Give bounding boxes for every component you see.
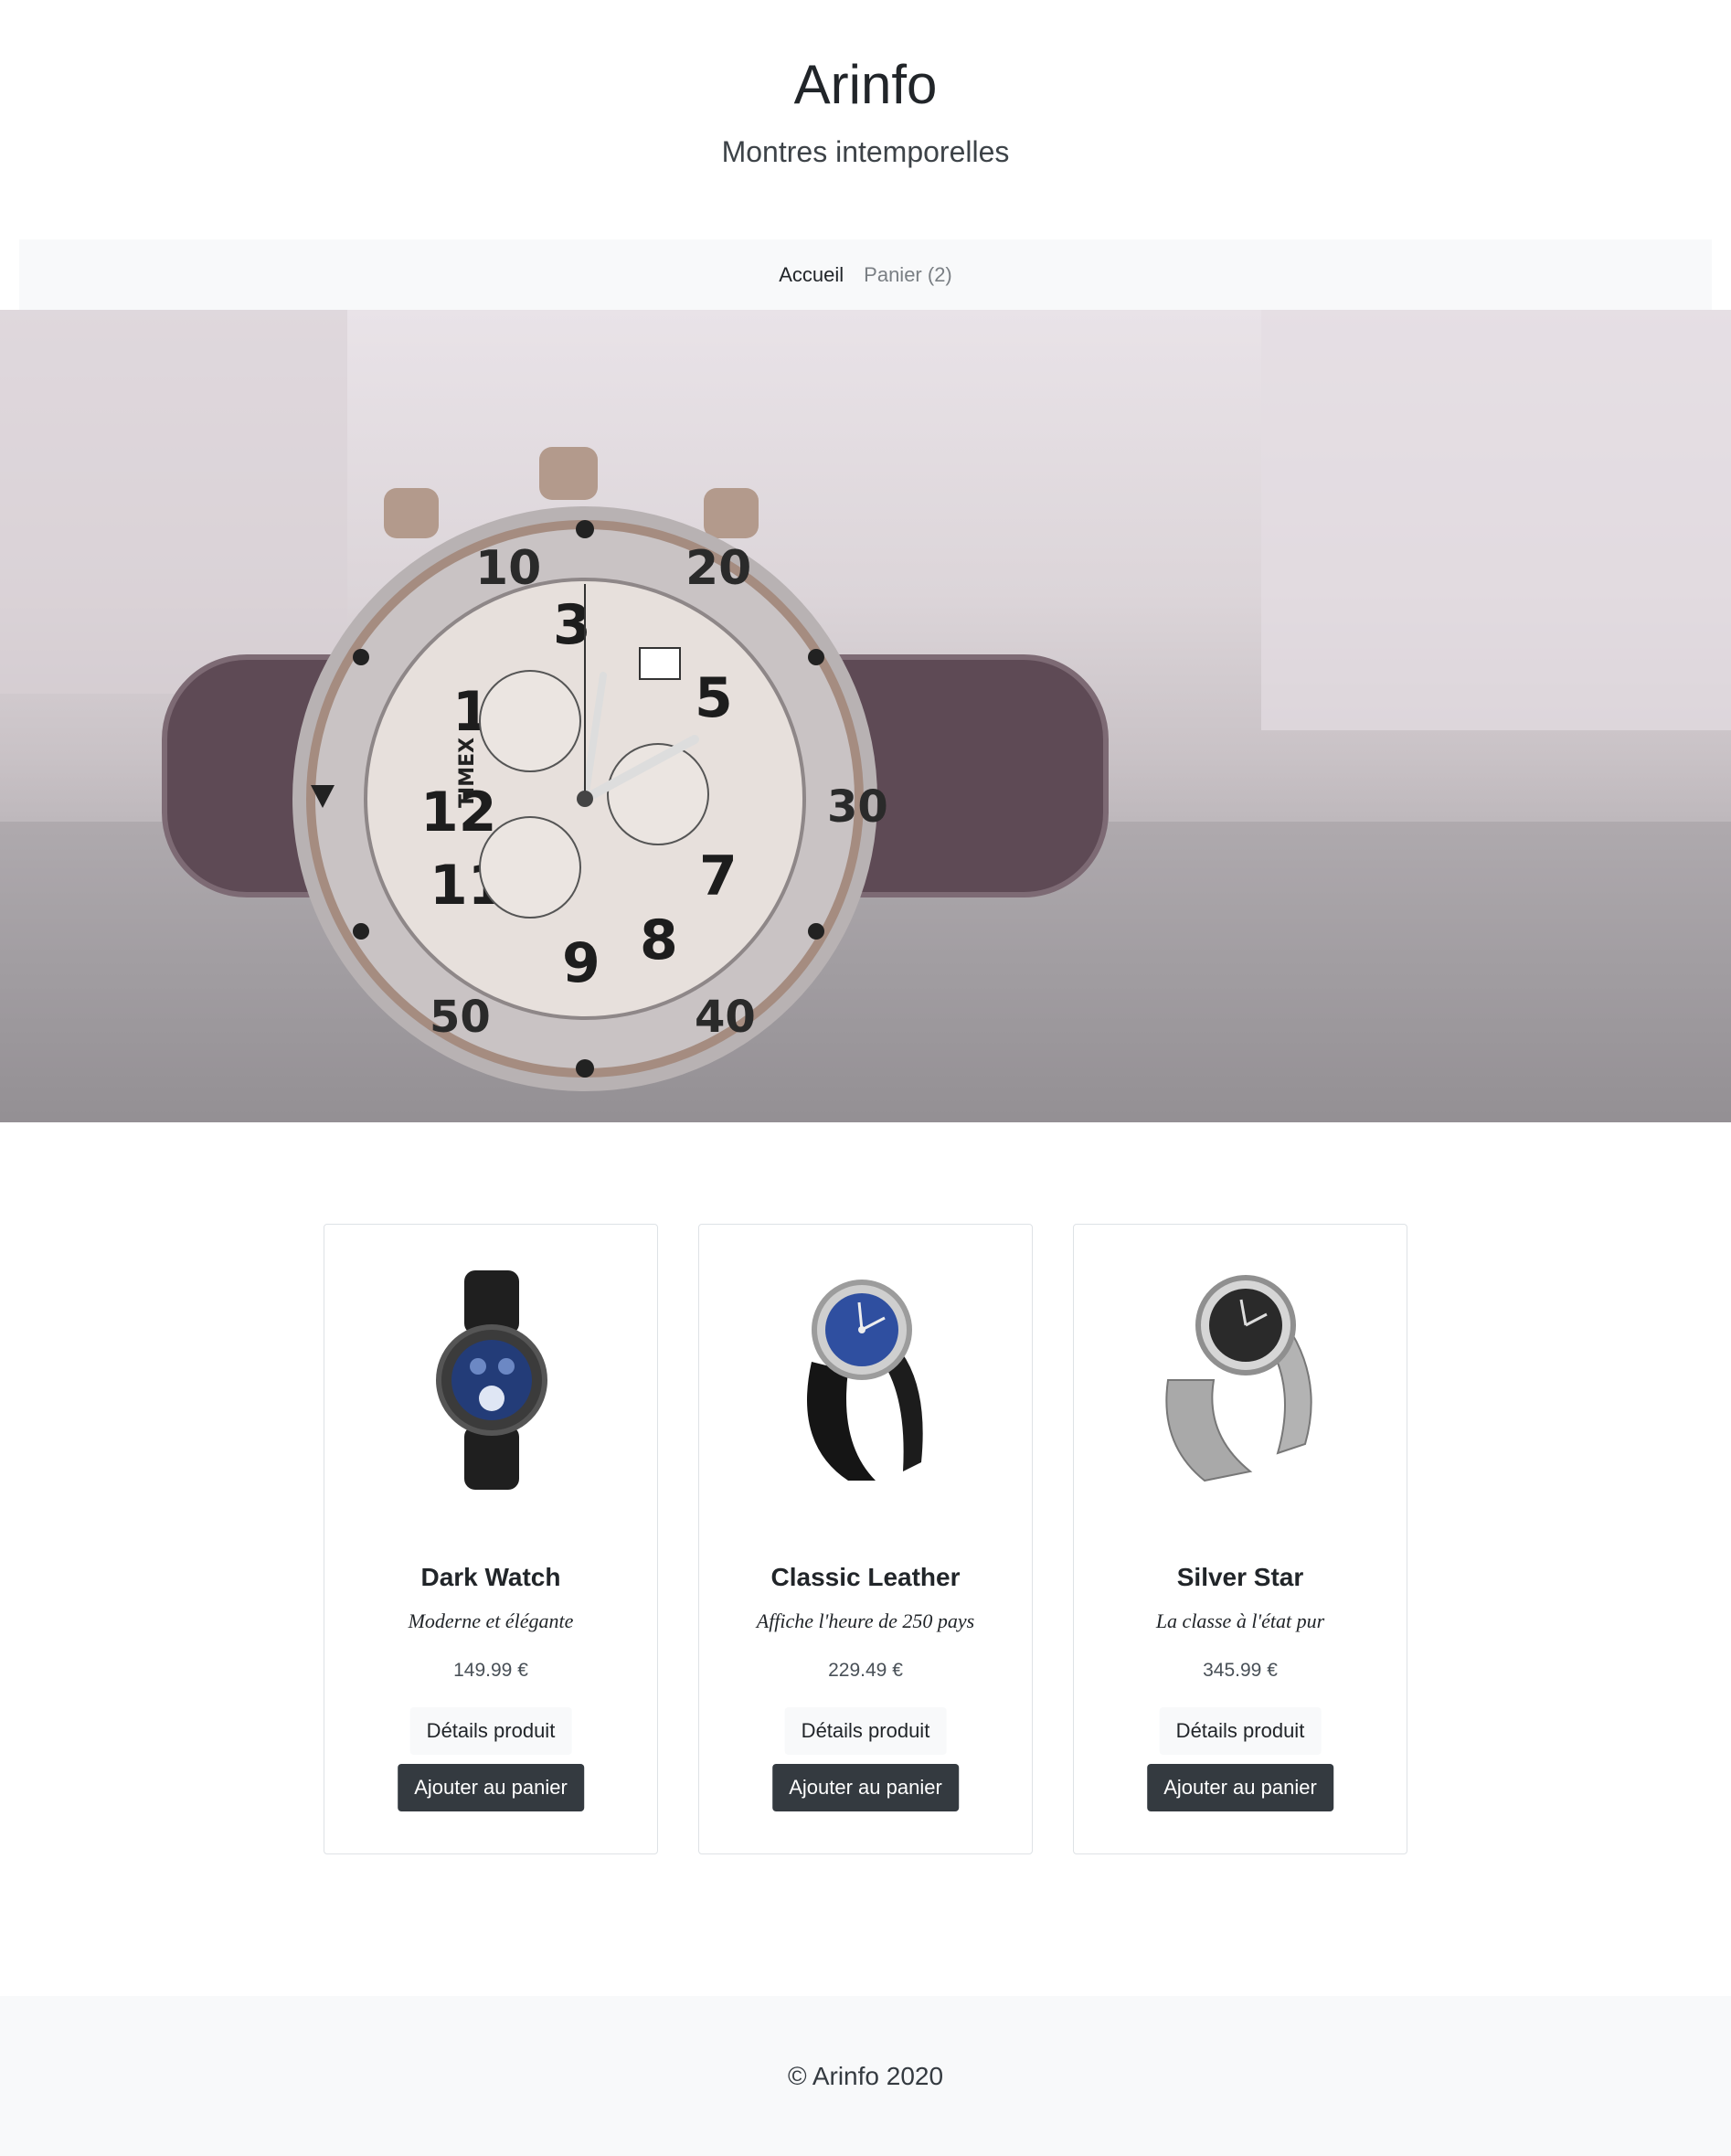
svg-text:50: 50 (430, 992, 491, 1043)
site-header: Arinfo Montres intemporelles (0, 0, 1731, 239)
product-name: Classic Leather (770, 1563, 961, 1591)
svg-text:10: 10 (475, 541, 541, 596)
add-to-cart-button[interactable]: Ajouter au panier (398, 1764, 584, 1811)
site-subtitle: Montres intemporelles (721, 135, 1010, 168)
product-description: Moderne et élégante (408, 1609, 574, 1632)
product-image-silver-star (1165, 1275, 1312, 1482)
hero-watch-image: 10 20 30 40 50 3 5 7 8 9 12 11 1 TIMEX (0, 310, 1731, 1122)
hero-banner: 10 20 30 40 50 3 5 7 8 9 12 11 1 TIMEX (0, 310, 1731, 1122)
site-title: Arinfo (793, 54, 938, 115)
svg-text:40: 40 (695, 992, 756, 1043)
add-to-cart-button[interactable]: Ajouter au panier (772, 1764, 959, 1811)
product-card: Classic Leather Affiche l'heure de 250 p… (698, 1224, 1033, 1854)
nav-home-link[interactable]: Accueil (779, 263, 844, 287)
product-card: Dark Watch Moderne et élégante 149.99 € … (324, 1224, 658, 1854)
svg-text:9: 9 (562, 931, 600, 995)
product-image-classic-leather (807, 1280, 923, 1481)
svg-text:5: 5 (695, 666, 733, 730)
main-navbar: Accueil Panier (2) (19, 239, 1712, 310)
product-price: 149.99 € (453, 1660, 528, 1681)
svg-text:8: 8 (640, 908, 678, 972)
product-description: La classe à l'état pur (1155, 1609, 1325, 1632)
product-card: Silver Star La classe à l'état pur 345.9… (1073, 1224, 1407, 1854)
svg-text:7: 7 (699, 844, 738, 908)
product-details-button[interactable]: Détails produit (1159, 1707, 1322, 1755)
product-price: 229.49 € (828, 1660, 903, 1681)
product-price: 345.99 € (1203, 1660, 1278, 1681)
product-list: Dark Watch Moderne et élégante 149.99 € … (324, 1224, 1407, 1856)
add-to-cart-button[interactable]: Ajouter au panier (1147, 1764, 1333, 1811)
site-footer: © Arinfo 2020 (0, 1996, 1731, 2156)
svg-text:30: 30 (827, 781, 888, 833)
product-details-button[interactable]: Détails produit (784, 1707, 947, 1755)
product-name: Silver Star (1176, 1563, 1304, 1591)
product-image-dark-watch (436, 1270, 547, 1490)
product-details-button[interactable]: Détails produit (409, 1707, 572, 1755)
product-name: Dark Watch (420, 1563, 561, 1591)
svg-text:20: 20 (685, 541, 751, 596)
svg-text:TIMEX: TIMEX (456, 738, 479, 808)
footer-copyright: © Arinfo 2020 (787, 2061, 944, 2090)
product-description: Affiche l'heure de 250 pays (756, 1609, 975, 1632)
nav-cart-link[interactable]: Panier (2) (864, 263, 952, 287)
